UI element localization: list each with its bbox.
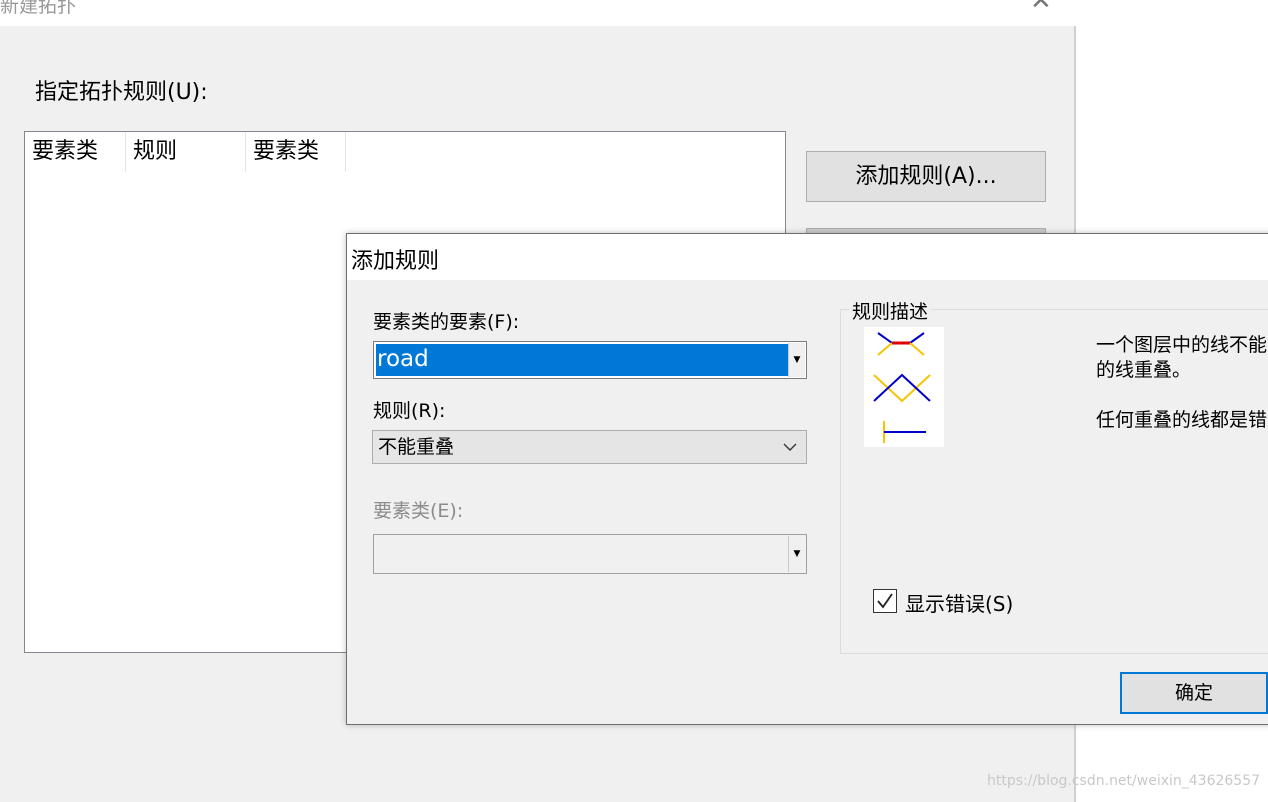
column-header-feature-class-1[interactable]: 要素类 [25,132,126,172]
show-errors-checkbox[interactable] [873,589,897,613]
chevron-down-icon [782,431,798,474]
dialog-titlebar: 添加规则 [347,234,1268,280]
add-rule-dialog: 添加规则 要素类的要素(F): road ▼ 规则(R): 不能重叠 要素类(E… [346,233,1268,725]
feature-class-features-label: 要素类的要素(F): [373,311,520,333]
rule-description-line-2: 的线重叠。 [1096,359,1192,381]
ok-button[interactable]: 确定 [1120,672,1268,714]
rule-illustration-icon [864,327,944,447]
rule-label: 规则(R): [373,400,446,422]
rule-description-line-1: 一个图层中的线不能 [1096,334,1268,356]
dropdown-arrow-icon[interactable]: ▼ [788,343,805,377]
window-title: 新建拓扑 [0,0,77,17]
watermark: https://blog.csdn.net/weixin_43626557 [987,773,1261,789]
feature-class-label: 要素类(E): [373,500,464,522]
rule-description-title: 规则描述 [849,297,932,324]
column-header-feature-class-2[interactable]: 要素类 [246,132,346,172]
feature-class-features-select[interactable]: road ▼ [373,341,807,379]
window-titlebar: 新建拓扑 ✕ [0,0,1074,26]
show-errors-label[interactable]: 显示错误(S) [905,588,1013,617]
rule-select[interactable]: 不能重叠 [372,430,807,464]
close-icon[interactable]: ✕ [1030,0,1052,16]
column-header-rule[interactable]: 规则 [126,132,246,172]
feature-class-select[interactable]: ▼ [373,534,807,574]
rule-select-value: 不能重叠 [378,436,455,458]
checkmark-icon [877,593,893,609]
selected-feature-class: road [376,344,788,376]
rule-description-line-3: 任何重叠的线都是错 [1096,409,1268,431]
specify-rules-label: 指定拓扑规则(U): [35,80,208,105]
dropdown-arrow-icon[interactable]: ▼ [788,536,805,572]
add-rule-button[interactable]: 添加规则(A)... [806,151,1046,202]
dialog-title: 添加规则 [351,249,440,274]
